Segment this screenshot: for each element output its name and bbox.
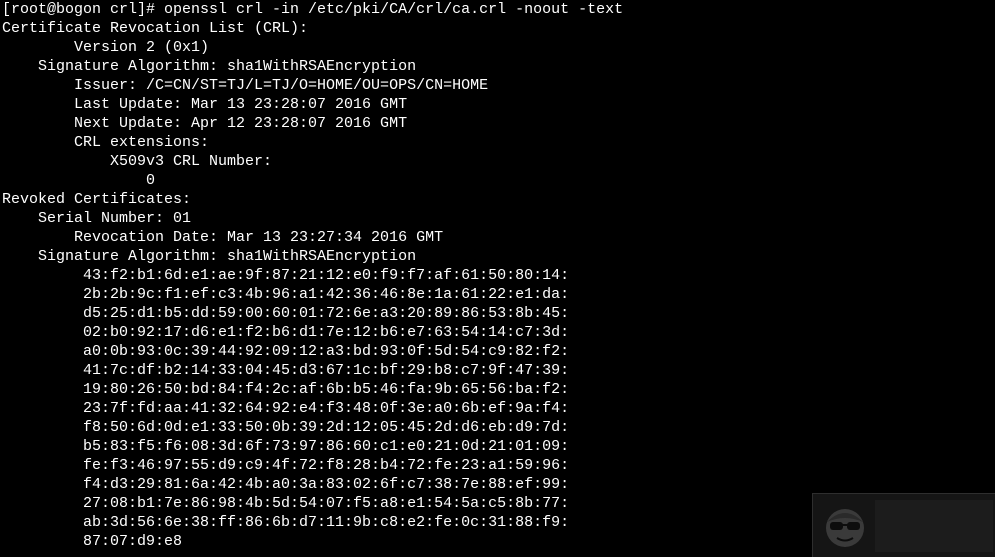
cartoon-face-sunglasses-icon	[826, 509, 864, 547]
signature-hex-line: 2b:2b:9c:f1:ef:c3:4b:96:a1:42:36:46:8e:1…	[2, 286, 570, 303]
output-line: Signature Algorithm: sha1WithRSAEncrypti…	[2, 58, 417, 75]
output-line: Serial Number: 01	[2, 210, 192, 227]
output-line: Version 2 (0x1)	[2, 39, 210, 56]
signature-hex-line: a0:0b:93:0c:39:44:92:09:12:a3:bd:93:0f:5…	[2, 343, 570, 360]
command-prompt-line: [root@bogon crl]# openssl crl -in /etc/p…	[2, 1, 624, 18]
watermark-badge	[812, 493, 995, 557]
signature-hex-line: fe:f3:46:97:55:d9:c9:4f:72:f8:28:b4:72:f…	[2, 457, 570, 474]
output-line: Next Update: Apr 12 23:28:07 2016 GMT	[2, 115, 408, 132]
signature-hex-line: d5:25:d1:b5:dd:59:00:60:01:72:6e:a3:20:8…	[2, 305, 570, 322]
output-line: Issuer: /C=CN/ST=TJ/L=TJ/O=HOME/OU=OPS/C…	[2, 77, 489, 94]
signature-hex-line: f4:d3:29:81:6a:42:4b:a0:3a:83:02:6f:c7:3…	[2, 476, 570, 493]
output-line: CRL extensions:	[2, 134, 210, 151]
watermark-panel	[875, 500, 993, 552]
output-line: Signature Algorithm: sha1WithRSAEncrypti…	[2, 248, 417, 265]
signature-hex-line: f8:50:6d:0d:e1:33:50:0b:39:2d:12:05:45:2…	[2, 419, 570, 436]
output-line: Revoked Certificates:	[2, 191, 192, 208]
signature-hex-line: 02:b0:92:17:d6:e1:f2:b6:d1:7e:12:b6:e7:6…	[2, 324, 570, 341]
terminal-output[interactable]: [root@bogon crl]# openssl crl -in /etc/p…	[2, 0, 992, 556]
signature-hex-line: 23:7f:fd:aa:41:32:64:92:e4:f3:48:0f:3e:a…	[2, 400, 570, 417]
signature-hex-line: 43:f2:b1:6d:e1:ae:9f:87:21:12:e0:f9:f7:a…	[2, 267, 570, 284]
output-line: 0	[2, 172, 156, 189]
signature-hex-line: 41:7c:df:b2:14:33:04:45:d3:67:1c:bf:29:b…	[2, 362, 570, 379]
output-line: Certificate Revocation List (CRL):	[2, 20, 309, 37]
output-line: Last Update: Mar 13 23:28:07 2016 GMT	[2, 96, 408, 113]
output-line: Revocation Date: Mar 13 23:27:34 2016 GM…	[2, 229, 444, 246]
output-line: X509v3 CRL Number:	[2, 153, 273, 170]
signature-hex-line: b5:83:f5:f6:08:3d:6f:73:97:86:60:c1:e0:2…	[2, 438, 570, 455]
signature-hex-line: 19:80:26:50:bd:84:f4:2c:af:6b:b5:46:fa:9…	[2, 381, 570, 398]
